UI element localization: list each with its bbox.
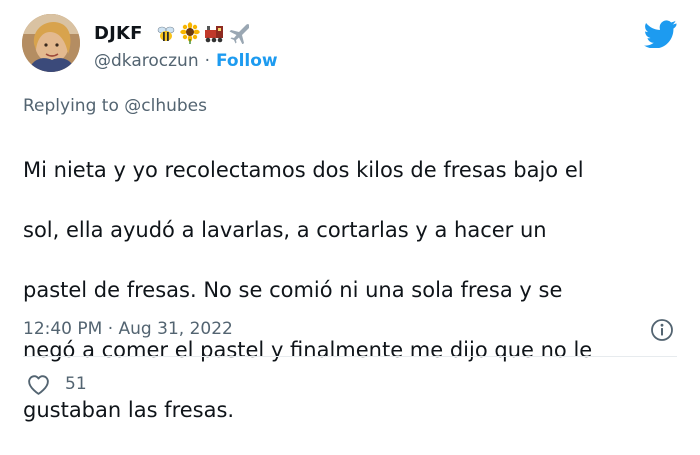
divider	[23, 356, 677, 357]
replying-to: Replying to @clhubes	[23, 96, 207, 116]
sunflower-icon	[179, 22, 200, 44]
info-icon[interactable]	[650, 318, 674, 342]
follow-button[interactable]: Follow	[216, 51, 278, 71]
avatar[interactable]	[22, 14, 80, 72]
tweet-text: Mi nieta y yo recolectamos dos kilos de …	[23, 125, 673, 455]
tweet-text-line: pastel de fresas. No se comió ni una sol…	[23, 278, 563, 302]
like-count: 51	[65, 374, 87, 394]
airplane-icon	[229, 24, 249, 44]
like-button[interactable]: 51	[26, 371, 87, 397]
author-handle[interactable]: @dkaroczun	[94, 51, 199, 71]
display-name[interactable]: DJKF	[94, 23, 143, 44]
replying-prefix: Replying to	[23, 96, 125, 116]
tweet-text-line: sol, ella ayudó a lavarlas, a cortarlas …	[23, 218, 547, 242]
handle-separator: ·	[204, 51, 210, 71]
name-emojis	[155, 22, 249, 44]
replying-mention[interactable]: @clhubes	[124, 96, 207, 116]
tweet-timestamp[interactable]: 12:40 PM · Aug 31, 2022	[23, 319, 233, 339]
train-icon	[204, 26, 223, 43]
tweet-card: DJKF @dkaroczun · Follow Replying to @cl…	[0, 0, 700, 422]
heart-icon	[28, 374, 49, 395]
tweet-text-line: negó a comer el pastel y finalmente me d…	[23, 338, 593, 362]
tweet-text-line: gustaban las fresas.	[23, 398, 235, 422]
twitter-bird-icon[interactable]	[644, 20, 677, 48]
handle-row: @dkaroczun · Follow	[94, 49, 278, 73]
tweet-text-line: Mi nieta y yo recolectamos dos kilos de …	[23, 158, 584, 182]
author-name-row: DJKF	[94, 20, 249, 46]
avatar-photo	[22, 14, 80, 72]
bee-icon	[157, 26, 174, 41]
